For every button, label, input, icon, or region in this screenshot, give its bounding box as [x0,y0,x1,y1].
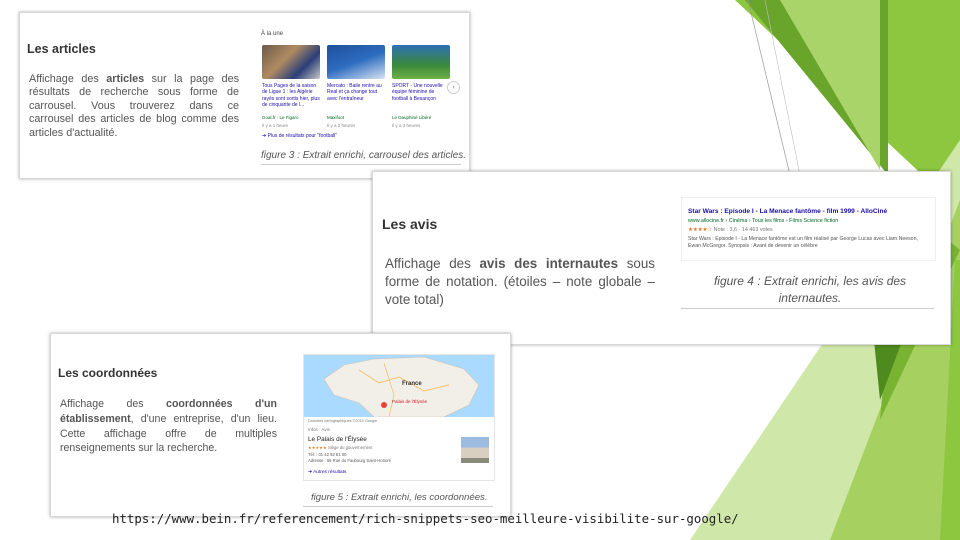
card-time: Il y a 1 heure [262,123,289,128]
map-knowledge-panel: France Palais de l'Élysée Données cartog… [303,354,495,481]
card-source: Le Dauphiné Libéré [392,115,432,120]
card-title: Tous Pages de la saison de Ligue 1 : les… [262,83,320,108]
chevron-right-icon: › [452,84,455,91]
place-more-link[interactable]: ➜ Autres résultats [308,470,346,475]
rating-stars-icon: ★★★★☆ [688,227,714,233]
coordonnees-paragraph: Affichage des coordonnées d'un établisse… [60,397,277,456]
coordonnees-heading: Les coordonnées [58,366,158,380]
articles-carousel: À la une Tous Pages de la saison de Ligu… [259,29,460,147]
articles-text-bold: articles [106,73,145,85]
card-thumbnail [327,45,385,79]
coordonnees-panel: Les coordonnées Affichage des coordonnée… [50,333,511,517]
carousel-more-link[interactable]: ➜ Plus de résultats pour "football" [262,133,337,139]
more-link-label: Plus de résultats pour "football" [267,133,338,139]
carousel-next-button[interactable]: › [447,81,460,94]
card-source: Goal.fr · Le Figaro [262,115,299,120]
card-thumbnail [392,45,450,79]
coordonnees-caption: figure 5 : Extrait enrichi, les coordonn… [311,492,488,503]
place-type-text: Siège du gouvernement [327,445,373,450]
caption-divider [681,308,934,309]
caption-divider [261,164,461,165]
snippet-title[interactable]: Star Wars : Episode I - La Menace fantôm… [688,208,934,215]
avis-text-1: Affichage des [385,256,480,271]
place-phone: Tél. : 01 42 92 81 00 [308,452,347,457]
carousel-card[interactable]: Mercato : Baile rentre au Real et ça cha… [327,45,385,141]
avis-panel: Les avis Affichage des avis des internau… [372,171,951,345]
snippet-url: www.allocine.fr › Cinéma › Tous les film… [688,218,839,224]
map-footer: Données cartographiques ©2019 Google [308,419,378,423]
avis-paragraph: Affichage des avis des internautes sous … [385,255,655,309]
place-type: ★★★★★ Siège du gouvernement [308,445,372,450]
more-link-label: Autres résultats [313,470,347,475]
avis-text-bold: avis des internautes [479,256,619,271]
map-place-label: Palais de l'Élysée [392,399,428,404]
card-time: Il y a 2 heures [327,123,356,128]
rating-stars-icon: ★★★★★ [308,445,328,450]
articles-paragraph: Affichage des articles sur la page des r… [29,73,239,140]
map-image[interactable] [304,355,494,417]
articles-text-1: Affichage des [29,73,107,85]
articles-caption: figure 3 : Extrait enrichi, carrousel de… [261,150,467,161]
card-title: SPORT - Une nouvelle équipe féminine de … [392,83,443,102]
avis-heading: Les avis [382,216,438,232]
place-title[interactable]: Le Palais de l'Élysée [308,436,367,443]
rating-text: Note : 3,6 - 14 463 votes [713,227,773,233]
coordonnees-text-1: Affichage des [60,398,167,410]
articles-panel: Les articles Affichage des articles sur … [19,12,470,179]
card-source: Maxifoot [327,115,345,120]
place-photo [461,437,489,463]
avis-caption: figure 4 : Extrait enrichi, les avis des… [713,274,907,305]
card-time: Il y a 3 heures [392,123,421,128]
map-country-label: France [402,381,422,387]
card-thumbnail [262,45,320,79]
review-snippet: Star Wars : Episode I - La Menace fantôm… [681,197,936,261]
card-title: Mercato : Baile rentre au Real et ça cha… [327,83,382,102]
snippet-rating: ★★★★☆ Note : 3,6 - 14 463 votes [688,227,773,233]
carousel-card[interactable]: Tous Pages de la saison de Ligue 1 : les… [262,45,320,141]
source-url[interactable]: https://www.bein.fr/referencement/rich-s… [112,511,739,526]
place-tabs[interactable]: Infos · Avis [308,427,330,432]
carousel-card[interactable]: SPORT - Une nouvelle équipe féminine de … [392,45,450,141]
caption-divider [303,506,493,507]
place-address: Adresse : 55 Rue du Faubourg Saint-Honor… [308,458,392,463]
carousel-header: À la une [261,31,284,37]
snippet-description: Star Wars : Episode I - La Menace fantôm… [688,236,918,250]
articles-heading: Les articles [27,42,96,56]
